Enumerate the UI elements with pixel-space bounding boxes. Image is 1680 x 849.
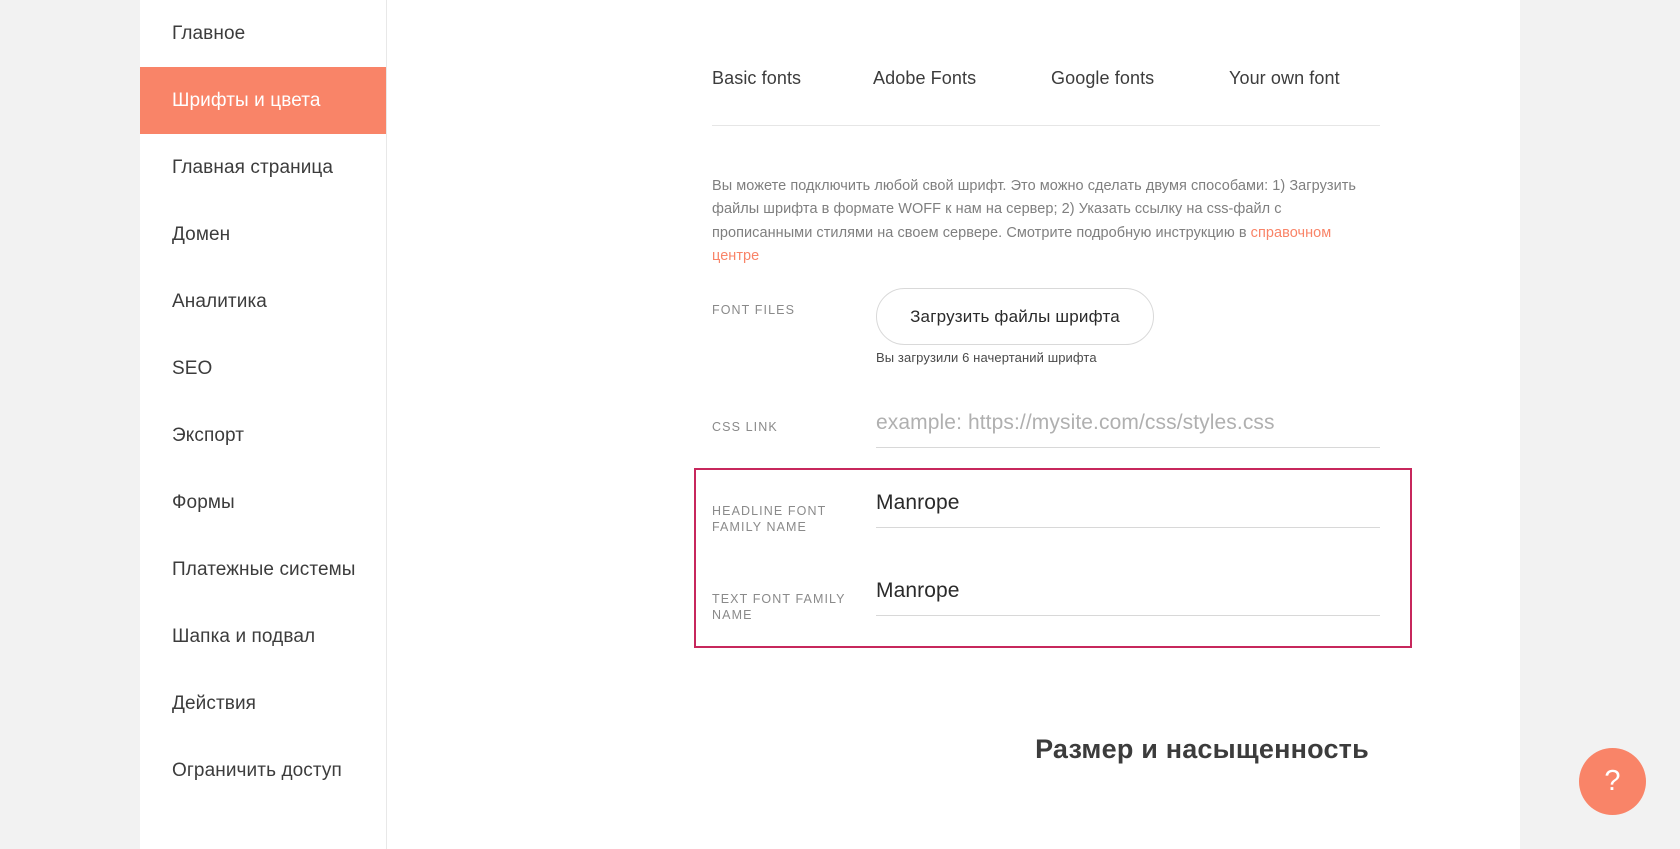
tab-basic-fonts[interactable]: Basic fonts xyxy=(712,68,873,89)
text-font-family-label: TEXT FONT FAMILY NAME xyxy=(712,592,846,622)
sidebar-item-domain[interactable]: Домен xyxy=(140,201,386,268)
sidebar-item-analytics[interactable]: Аналитика xyxy=(140,268,386,335)
sidebar-item-label: Ограничить доступ xyxy=(172,759,342,781)
text-font-family-row: TEXT FONT FAMILY NAME xyxy=(712,572,1380,636)
upload-font-files-button[interactable]: Загрузить файлы шрифта xyxy=(876,288,1154,345)
content-card: Главное Шрифты и цвета Главная страница … xyxy=(140,0,1520,849)
sidebar-item-label: Действия xyxy=(172,692,257,714)
sidebar-item-label: Домен xyxy=(172,223,231,245)
fonts-settings-panel: Basic fonts Adobe Fonts Google fonts You… xyxy=(388,0,1520,849)
help-question-icon[interactable]: ? xyxy=(1579,748,1646,815)
headline-font-family-input[interactable] xyxy=(876,484,1380,528)
description-text: Вы можете подключить любой свой шрифт. Э… xyxy=(712,175,1372,269)
font-source-tabs: Basic fonts Adobe Fonts Google fonts You… xyxy=(712,68,1380,89)
sidebar-item-label: Экспорт xyxy=(172,424,245,446)
sidebar-item-label: Платежные системы xyxy=(172,558,356,580)
tab-label: Google fonts xyxy=(1051,68,1155,88)
tabs-divider xyxy=(712,125,1380,126)
sidebar-item-home-page[interactable]: Главная страница xyxy=(140,134,386,201)
sidebar-item-payment-systems[interactable]: Платежные системы xyxy=(140,536,386,603)
css-link-input[interactable] xyxy=(876,404,1380,448)
sidebar-item-label: Аналитика xyxy=(172,290,267,312)
sidebar-item-label: SEO xyxy=(172,357,213,379)
sidebar-item-header-and-footer[interactable]: Шапка и подвал xyxy=(140,603,386,670)
size-and-weight-heading: Размер и насыщенность xyxy=(1035,734,1369,765)
sidebar-item-export[interactable]: Экспорт xyxy=(140,402,386,469)
css-link-row: CSS LINK xyxy=(712,404,1380,460)
sidebar-item-main[interactable]: Главное xyxy=(140,0,386,67)
sidebar-item-label: Шапка и подвал xyxy=(172,625,316,647)
sidebar-item-restrict-access[interactable]: Ограничить доступ xyxy=(140,737,386,804)
headline-font-family-label: HEADLINE FONT FAMILY NAME xyxy=(712,504,827,534)
sidebar-item-seo[interactable]: SEO xyxy=(140,335,386,402)
headline-font-family-row: HEADLINE FONT FAMILY NAME xyxy=(712,484,1380,548)
sidebar-item-label: Главная страница xyxy=(172,156,334,178)
css-link-label: CSS LINK xyxy=(712,420,778,434)
sidebar-item-fonts-and-colors[interactable]: Шрифты и цвета xyxy=(140,67,386,134)
sidebar-item-label: Шрифты и цвета xyxy=(172,89,321,111)
text-font-family-input[interactable] xyxy=(876,572,1380,616)
tab-label: Your own font xyxy=(1229,68,1340,88)
tab-your-own-font[interactable]: Your own font xyxy=(1229,68,1340,89)
tab-label: Basic fonts xyxy=(712,68,802,88)
sidebar-item-label: Формы xyxy=(172,491,235,513)
upload-status-caption: Вы загрузили 6 начертаний шрифта xyxy=(876,350,1097,365)
sidebar-item-actions[interactable]: Действия xyxy=(140,670,386,737)
font-files-label: FONT FILES xyxy=(712,303,796,317)
settings-sidebar: Главное Шрифты и цвета Главная страница … xyxy=(140,0,387,849)
tab-label: Adobe Fonts xyxy=(873,68,977,88)
font-files-row: FONT FILES Загрузить файлы шрифта Вы заг… xyxy=(712,288,1380,368)
tab-adobe-fonts[interactable]: Adobe Fonts xyxy=(873,68,1051,89)
tab-google-fonts[interactable]: Google fonts xyxy=(1051,68,1229,89)
app-root: Главное Шрифты и цвета Главная страница … xyxy=(0,0,1680,849)
sidebar-item-label: Главное xyxy=(172,22,246,44)
sidebar-item-forms[interactable]: Формы xyxy=(140,469,386,536)
